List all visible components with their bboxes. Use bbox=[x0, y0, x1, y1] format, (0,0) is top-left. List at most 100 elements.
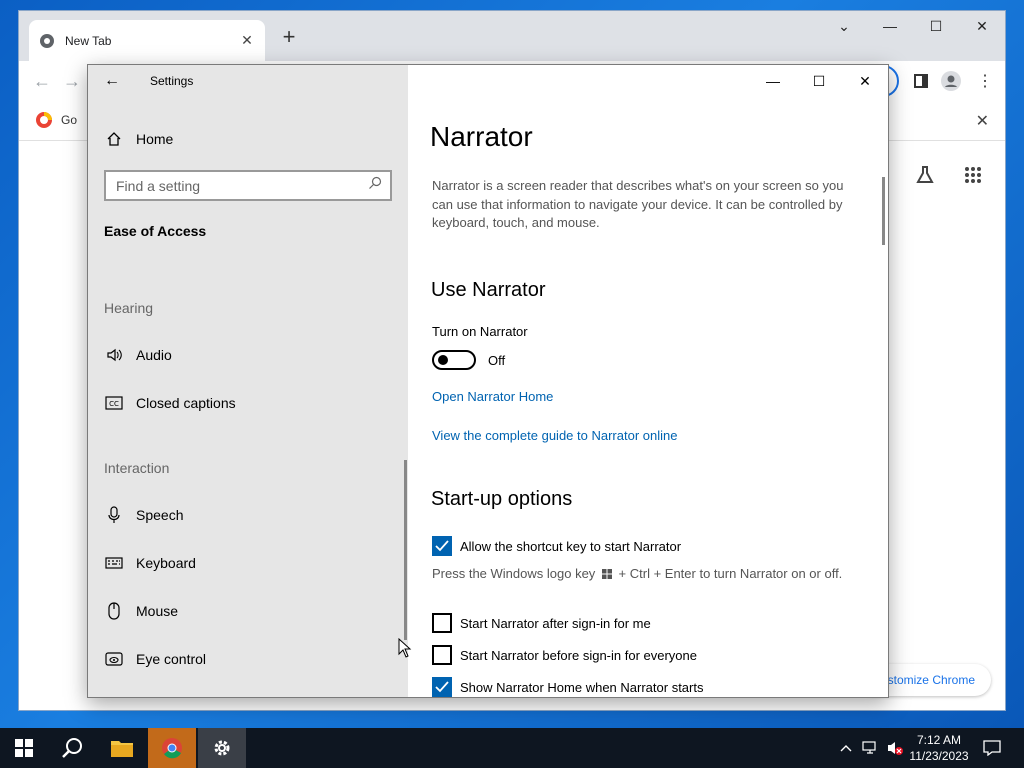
microphone-icon bbox=[104, 505, 124, 525]
toggle-knob bbox=[438, 355, 448, 365]
settings-taskbar-button[interactable] bbox=[198, 728, 246, 768]
labs-flask-icon[interactable] bbox=[913, 163, 937, 187]
use-narrator-heading: Use Narrator bbox=[431, 279, 546, 301]
nav-item-label: Mouse bbox=[136, 603, 179, 619]
profile-avatar-icon[interactable] bbox=[941, 71, 961, 91]
chrome-taskbar-button[interactable] bbox=[148, 728, 196, 768]
checkbox-checked[interactable] bbox=[432, 677, 452, 697]
shortcut-note-suffix: + Ctrl + Enter to turn Narrator on or of… bbox=[618, 566, 843, 581]
chrome-window-controls: ⌄ — ☐ ✕ bbox=[821, 11, 1005, 41]
notifications-icon[interactable] bbox=[980, 728, 1004, 768]
nav-scrollbar[interactable] bbox=[404, 460, 407, 640]
bookmark-google[interactable]: Go bbox=[35, 111, 77, 129]
chrome-tab-title: New Tab bbox=[65, 33, 112, 48]
apps-grid-icon[interactable] bbox=[961, 163, 985, 187]
narrator-toggle[interactable] bbox=[432, 350, 476, 370]
tray-chevron-up-icon[interactable] bbox=[836, 728, 856, 768]
nav-item-label: Audio bbox=[136, 347, 172, 363]
nav-item-speech[interactable]: Speech bbox=[104, 503, 183, 527]
volume-muted-icon[interactable] bbox=[884, 728, 906, 768]
option-show-narrator-home[interactable]: Show Narrator Home when Narrator starts bbox=[432, 677, 703, 697]
option-label: Start Narrator after sign-in for me bbox=[460, 615, 651, 631]
checkbox-unchecked[interactable] bbox=[432, 613, 452, 633]
option-start-before-signin[interactable]: Start Narrator before sign-in for everyo… bbox=[432, 645, 697, 665]
option-start-after-signin[interactable]: Start Narrator after sign-in for me bbox=[432, 613, 651, 633]
nav-section-hearing: Hearing bbox=[104, 300, 154, 316]
narrator-toggle-state: Off bbox=[488, 353, 506, 368]
nav-item-label: Keyboard bbox=[136, 555, 196, 571]
mouse-icon bbox=[104, 601, 124, 621]
option-label: Show Narrator Home when Narrator starts bbox=[460, 679, 704, 695]
nav-item-keyboard[interactable]: Keyboard bbox=[104, 551, 196, 575]
settings-minimize-icon[interactable]: — bbox=[750, 65, 796, 97]
content-scrollbar[interactable] bbox=[882, 177, 885, 245]
nav-item-eye-control[interactable]: Eye control bbox=[104, 647, 206, 671]
settings-window-controls: — ☐ ✕ bbox=[750, 65, 888, 97]
settings-window-title: Settings bbox=[150, 74, 194, 88]
nav-item-closed-captions[interactable]: CC Closed captions bbox=[104, 391, 236, 415]
folder-icon bbox=[111, 741, 133, 757]
bookmark-label: Go bbox=[61, 113, 78, 127]
find-setting-search-box[interactable] bbox=[104, 170, 392, 201]
forward-arrow-icon[interactable]: → bbox=[63, 71, 81, 92]
nav-category-ease-of-access: Ease of Access bbox=[104, 223, 207, 239]
mouse-cursor-icon bbox=[398, 638, 412, 658]
windows-logo-icon bbox=[601, 569, 612, 579]
chrome-tab-search-chevron-icon[interactable]: ⌄ bbox=[821, 11, 867, 41]
nav-item-mouse[interactable]: Mouse bbox=[104, 599, 178, 623]
taskbar: 7:12 AM 11/23/2023 bbox=[0, 728, 1024, 768]
chrome-close-icon[interactable]: ✕ bbox=[959, 11, 1005, 41]
narrator-guide-link[interactable]: View the complete guide to Narrator onli… bbox=[432, 428, 677, 443]
option-shortcut-key[interactable]: Allow the shortcut key to start Narrator bbox=[432, 536, 681, 556]
nav-item-label: Closed captions bbox=[136, 395, 236, 411]
keyboard-icon bbox=[104, 553, 124, 573]
chrome-maximize-icon[interactable]: ☐ bbox=[913, 11, 959, 41]
page-title: Narrator bbox=[430, 121, 533, 152]
chrome-minimize-icon[interactable]: — bbox=[867, 11, 913, 41]
file-explorer-button[interactable] bbox=[98, 728, 146, 768]
search-icon bbox=[62, 738, 82, 758]
svg-text:CC: CC bbox=[109, 400, 119, 408]
nav-item-label: Eye control bbox=[136, 651, 207, 667]
open-narrator-home-link[interactable]: Open Narrator Home bbox=[432, 389, 553, 404]
chrome-tab-favicon-icon bbox=[39, 33, 55, 49]
chrome-menu-kebab-icon[interactable]: ⋮ bbox=[975, 71, 995, 91]
settings-window: ← Settings Home Ease of Access Hearing A… bbox=[87, 64, 889, 698]
shortcut-note-prefix: Press the Windows logo key bbox=[432, 566, 596, 581]
shortcut-note: Press the Windows logo key + Ctrl + Ente… bbox=[432, 565, 852, 583]
find-setting-input[interactable] bbox=[116, 177, 368, 194]
google-logo-icon bbox=[36, 112, 52, 128]
settings-close-icon[interactable]: ✕ bbox=[842, 65, 888, 97]
new-tab-plus-icon[interactable]: + bbox=[277, 24, 301, 49]
chrome-tab-close-icon[interactable]: ✕ bbox=[239, 32, 255, 49]
back-arrow-icon[interactable]: ← bbox=[33, 71, 51, 92]
cc-icon: CC bbox=[104, 393, 124, 413]
taskbar-clock[interactable]: 7:12 AM 11/23/2023 bbox=[904, 732, 974, 764]
search-icon bbox=[368, 176, 382, 195]
startup-options-heading: Start-up options bbox=[431, 488, 573, 510]
option-label: Start Narrator before sign-in for everyo… bbox=[460, 647, 697, 663]
side-panel-icon[interactable] bbox=[911, 71, 931, 91]
turn-on-narrator-label: Turn on Narrator bbox=[432, 324, 528, 339]
back-arrow-icon[interactable]: ← bbox=[102, 71, 122, 91]
chrome-logo-icon bbox=[162, 738, 182, 759]
chrome-tab-new-tab[interactable]: New Tab ✕ bbox=[29, 20, 265, 61]
nav-section-interaction: Interaction bbox=[104, 460, 170, 476]
search-button[interactable] bbox=[48, 728, 96, 768]
settings-maximize-icon[interactable]: ☐ bbox=[796, 65, 842, 97]
start-button[interactable] bbox=[0, 728, 48, 768]
checkbox-checked[interactable] bbox=[432, 536, 452, 556]
info-bar-close-icon[interactable]: ✕ bbox=[976, 111, 989, 131]
home-icon bbox=[104, 129, 124, 149]
settings-nav-pane: ← Settings Home Ease of Access Hearing A… bbox=[88, 65, 408, 697]
eye-control-icon bbox=[104, 649, 124, 669]
nav-home-label: Home bbox=[136, 131, 174, 147]
checkbox-unchecked[interactable] bbox=[432, 645, 452, 665]
page-description: Narrator is a screen reader that describ… bbox=[432, 178, 844, 230]
nav-item-label: Speech bbox=[136, 507, 184, 523]
nav-item-audio[interactable]: Audio bbox=[104, 343, 172, 367]
clock-time: 7:12 AM bbox=[916, 733, 962, 747]
chrome-tabstrip: New Tab ✕ + ⌄ — ☐ ✕ bbox=[19, 11, 1005, 61]
nav-home[interactable]: Home bbox=[104, 127, 173, 151]
network-icon[interactable] bbox=[860, 728, 882, 768]
